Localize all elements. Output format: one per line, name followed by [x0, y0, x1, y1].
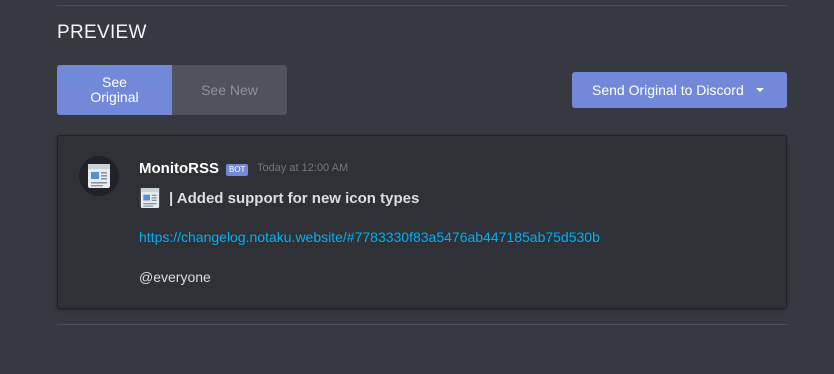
see-new-button[interactable]: See New [172, 65, 287, 115]
section-title: PREVIEW [57, 22, 147, 43]
bottom-divider [57, 324, 787, 325]
view-toggle: See Original See New [57, 65, 287, 115]
message-timestamp: Today at 12:00 AM [257, 162, 349, 174]
newspaper-icon [79, 156, 119, 196]
send-button-label: Send Original to Discord [592, 82, 744, 98]
see-original-label: See Original [90, 74, 139, 105]
message-preview-card: MonitoRSS BOT Today at 12:00 AM | Added … [57, 135, 787, 309]
message-title-text: | Added support for new icon types [169, 189, 420, 207]
see-new-label: See New [201, 81, 258, 98]
bot-badge: BOT [226, 164, 249, 176]
see-original-button[interactable]: See Original [57, 65, 172, 115]
message-link[interactable]: https://changelog.notaku.website/#778333… [139, 229, 600, 245]
send-original-to-discord-button[interactable]: Send Original to Discord [572, 72, 787, 108]
message-title: | Added support for new icon types [139, 187, 419, 209]
newspaper-icon [139, 187, 161, 209]
message-username[interactable]: MonitoRSS [139, 160, 219, 177]
caret-down-icon[interactable] [756, 88, 764, 92]
message-mention: @everyone [139, 269, 211, 285]
top-divider [57, 5, 787, 6]
preview-panel: PREVIEW See Original See New Send Origin… [0, 0, 834, 374]
